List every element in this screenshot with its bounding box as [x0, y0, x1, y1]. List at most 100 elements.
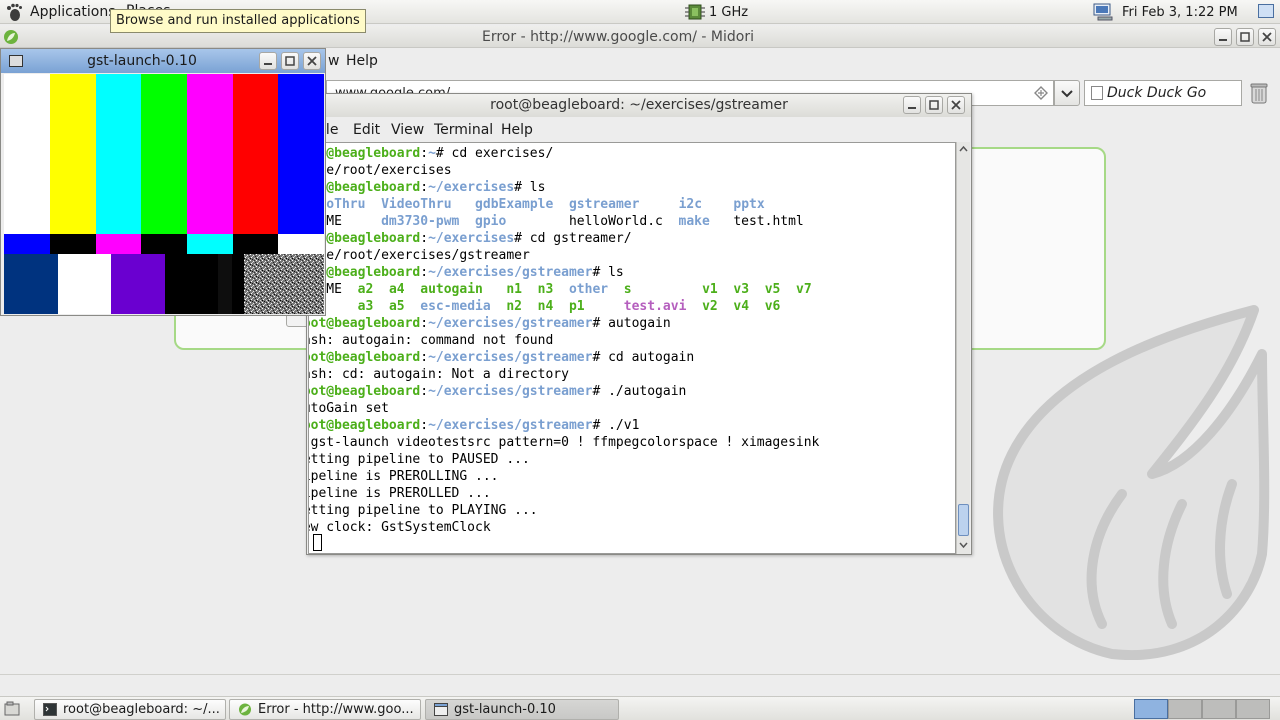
- gst-maximize-button[interactable]: [281, 52, 299, 70]
- terminal-text: :: [420, 384, 429, 399]
- terminal-exe-text: p1: [568, 299, 585, 314]
- terminal-text: # ls: [592, 265, 624, 280]
- maximize-icon: [1240, 32, 1250, 42]
- terminal-menubar: File Edit View Terminal Help: [307, 118, 971, 142]
- applications-menu[interactable]: Applications: [4, 0, 116, 24]
- midori-maximize-button[interactable]: [1236, 28, 1254, 46]
- menu-window-tail[interactable]: w: [328, 53, 339, 69]
- workspace-3[interactable]: [1202, 699, 1236, 719]
- terminal-ps-user-text: root@beagleboard: [309, 384, 421, 399]
- midori-minimize-button[interactable]: [1214, 28, 1232, 46]
- terminal-text: helloWorld.c: [506, 214, 679, 229]
- terminal-menu-edit[interactable]: Edit: [353, 122, 380, 138]
- terminal-line: Setting pipeline to PLAYING ...: [309, 502, 819, 519]
- terminal-screen[interactable]: root@beagleboard:~# cd exercises//home/r…: [308, 142, 956, 554]
- search-field[interactable]: Duck Duck Go: [1084, 80, 1242, 106]
- taskbar-item-label: root@beagleboard: ~/...: [63, 702, 220, 717]
- terminal-ps-path-text: ~: [428, 146, 436, 161]
- terminal-ps-user-text: root@beagleboard: [309, 316, 421, 331]
- terminal-exe-text: v1: [702, 282, 718, 297]
- terminal-menu-help[interactable]: Help: [501, 122, 533, 138]
- trash-icon[interactable]: [1249, 82, 1269, 104]
- terminal-dir-text: esc-media: [420, 299, 491, 314]
- terminal-vid-text: test.avi: [623, 299, 687, 314]
- terminal-exe-text: n1: [506, 282, 523, 297]
- terminal-text: bash: cd: autogain: Not a directory: [308, 367, 569, 382]
- taskbar-item-gst-launch[interactable]: gst-launch-0.10: [425, 699, 619, 720]
- terminal-scrollbar[interactable]: [956, 142, 970, 554]
- url-history-dropdown[interactable]: [1054, 80, 1080, 106]
- menu-help[interactable]: Help: [346, 53, 378, 69]
- terminal-exe-text: v2: [702, 299, 718, 314]
- clock-applet[interactable]: Fri Feb 3, 1:22 PM: [1092, 1, 1238, 23]
- terminal-line: Setting pipeline to PAUSED ...: [308, 451, 819, 468]
- terminal-line: Pipeline is PREROLLED ...: [309, 485, 819, 502]
- terminal-text: /home/root/exercises/gstreamer: [308, 248, 530, 263]
- terminal-line: bash: cd: autogain: Not a directory: [308, 366, 819, 383]
- terminal-menu-view[interactable]: View: [391, 122, 424, 138]
- gnome-foot-icon: [7, 3, 22, 21]
- terminal-exe-text: a2: [357, 282, 374, 297]
- terminal-text: bash: autogain: command not found: [308, 333, 554, 348]
- terminal-line: root@beagleboard:~/exercises# ls: [309, 179, 819, 196]
- show-desktop-button-icon[interactable]: [4, 701, 20, 717]
- terminal-text: # autogain: [592, 316, 671, 331]
- terminal-text: # cd autogain: [592, 350, 695, 365]
- terminal-exe-text: n3: [537, 282, 554, 297]
- terminal-text: test.html: [709, 214, 804, 229]
- midori-status-bar: [0, 674, 1280, 696]
- midori-close-button[interactable]: [1258, 28, 1276, 46]
- terminal-titlebar[interactable]: root@beagleboard: ~/exercises/gstreamer: [307, 94, 971, 117]
- terminal-line: root@beagleboard:~/exercises/gstreamer# …: [309, 315, 819, 332]
- scroll-down-arrow-icon[interactable]: [957, 538, 970, 552]
- terminal-text: :: [420, 265, 429, 280]
- gst-titlebar[interactable]: gst-launch-0.10: [1, 49, 325, 73]
- terminal-minimize-button[interactable]: [903, 96, 921, 114]
- terminal-menu-terminal[interactable]: Terminal: [434, 122, 493, 138]
- terminal-dir-text: VideoThru: [381, 197, 452, 212]
- terminal-close-button[interactable]: [947, 96, 965, 114]
- close-icon: [307, 56, 317, 66]
- terminal-line: root@beagleboard:~/exercises/gstreamer# …: [309, 349, 819, 366]
- terminal-maximize-button[interactable]: [925, 96, 943, 114]
- scroll-thumb[interactable]: [958, 504, 969, 536]
- terminal-ps-user-text: root@beagleboard: [309, 418, 421, 433]
- scroll-up-arrow-icon[interactable]: [957, 142, 970, 156]
- maximize-icon: [285, 56, 295, 66]
- terminal-line: audioThru VideoThru gdbExample gstreamer…: [309, 196, 819, 213]
- terminal-ps-path-text: ~/exercises: [428, 180, 515, 195]
- terminal-line: /home/root/exercises: [309, 162, 819, 179]
- terminal-text: Setting pipeline to PAUSED ...: [308, 452, 530, 467]
- taskbar-item-terminal[interactable]: root@beagleboard: ~/...: [34, 699, 226, 720]
- show-desktop-icon[interactable]: [1258, 4, 1274, 18]
- workspace-switcher[interactable]: [1134, 699, 1272, 719]
- terminal-line: bash: autogain: command not found: [308, 332, 819, 349]
- taskbar-item-label: gst-launch-0.10: [454, 702, 556, 717]
- terminal-text: New clock: GstSystemClock: [308, 520, 491, 535]
- terminal-exe-text: v6: [764, 299, 781, 314]
- midori-paw-logo-icon: [993, 305, 1270, 660]
- workspace-1[interactable]: [1134, 699, 1168, 719]
- terminal-output: root@beagleboard:~# cd exercises//home/r…: [308, 145, 819, 536]
- cpu-chip-icon: [685, 4, 705, 20]
- gst-minimize-button[interactable]: [259, 52, 277, 70]
- taskbar-item-midori[interactable]: Error - http://www.goo...: [229, 699, 421, 720]
- close-icon: [951, 100, 961, 110]
- terminal-text: :: [420, 316, 429, 331]
- cpu-frequency-applet[interactable]: 1 GHz: [684, 1, 748, 23]
- workspace-2[interactable]: [1168, 699, 1202, 719]
- terminal-ps-path-text: ~/exercises/gstreamer: [428, 418, 593, 433]
- terminal-text: :: [420, 350, 429, 365]
- gst-close-button[interactable]: [303, 52, 321, 70]
- workspace-4[interactable]: [1236, 699, 1270, 719]
- terminal-line: New clock: GstSystemClock: [308, 519, 819, 536]
